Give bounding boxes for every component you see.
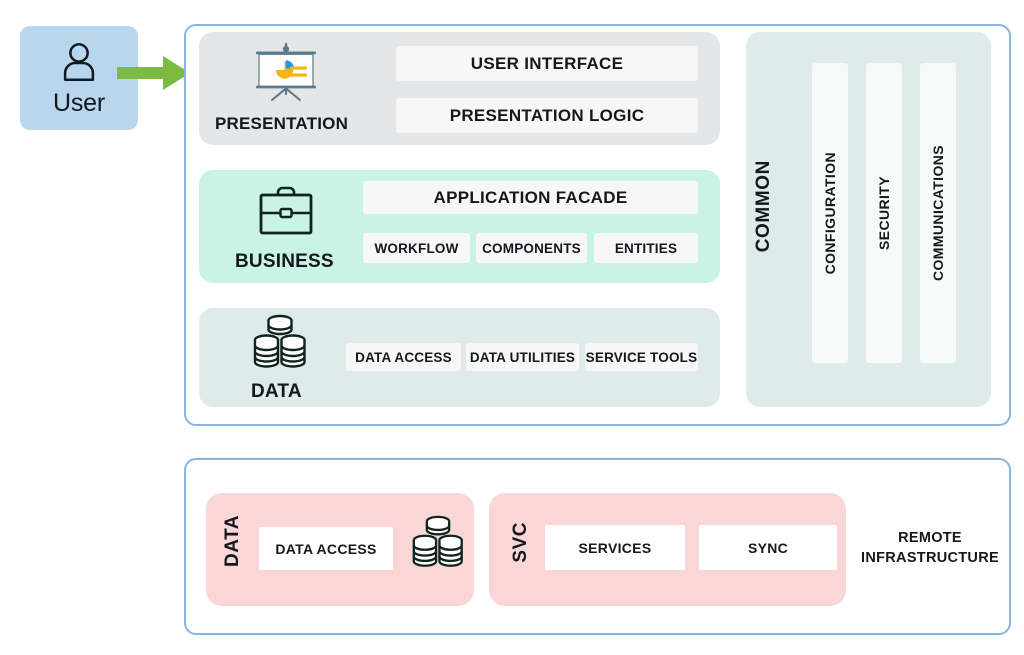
remote-infrastructure-title-line2: INFRASTRUCTURE [861,549,999,566]
remote-infrastructure-title-line1: REMOTE [898,530,962,546]
presentation-board-chart-icon [256,42,316,102]
remote-block-services[interactable]: SERVICES [545,525,685,570]
person-icon [63,43,95,82]
block-user-interface[interactable]: USER INTERFACE [396,46,698,81]
block-service-tools[interactable]: SERVICE TOOLS [585,343,698,371]
layer-presentation-title: PRESENTATION [215,114,349,133]
remote-block-sync[interactable]: SYNC [699,525,837,570]
block-entities[interactable]: ENTITIES [594,233,698,263]
block-communications[interactable]: COMMUNICATIONS [920,63,956,363]
layer-business-title: BUSINESS [235,251,334,272]
remote-group-data-label: DATA [222,515,243,567]
database-stack-icon [253,314,306,368]
block-communications-label: COMMUNICATIONS [930,145,946,281]
block-data-utilities[interactable]: DATA UTILITIES [466,343,579,371]
remote-infrastructure-title: REMOTE INFRASTRUCTURE [855,529,1005,568]
layer-common-title: COMMON [753,160,774,253]
block-workflow[interactable]: WORKFLOW [363,233,470,263]
diagram-canvas: User PRESENTATION USER INTERFACE PRESENT… [0,0,1024,655]
block-configuration[interactable]: CONFIGURATION [812,63,848,363]
remote-block-data-access[interactable]: DATA ACCESS [259,527,393,570]
block-components[interactable]: COMPONENTS [476,233,587,263]
block-configuration-label: CONFIGURATION [822,151,838,275]
database-stack-icon [412,515,463,567]
right-arrow-icon [117,56,190,90]
block-presentation-logic[interactable]: PRESENTATION LOGIC [396,98,698,133]
layer-data-title: DATA [251,381,302,402]
remote-group-svc-label: SVC [510,522,531,563]
block-security-label: SECURITY [876,176,892,250]
user-actor-label: User [53,89,105,117]
block-security[interactable]: SECURITY [866,63,902,363]
block-application-facade[interactable]: APPLICATION FACADE [363,181,698,214]
block-data-access[interactable]: DATA ACCESS [346,343,461,371]
briefcase-icon [259,186,313,235]
